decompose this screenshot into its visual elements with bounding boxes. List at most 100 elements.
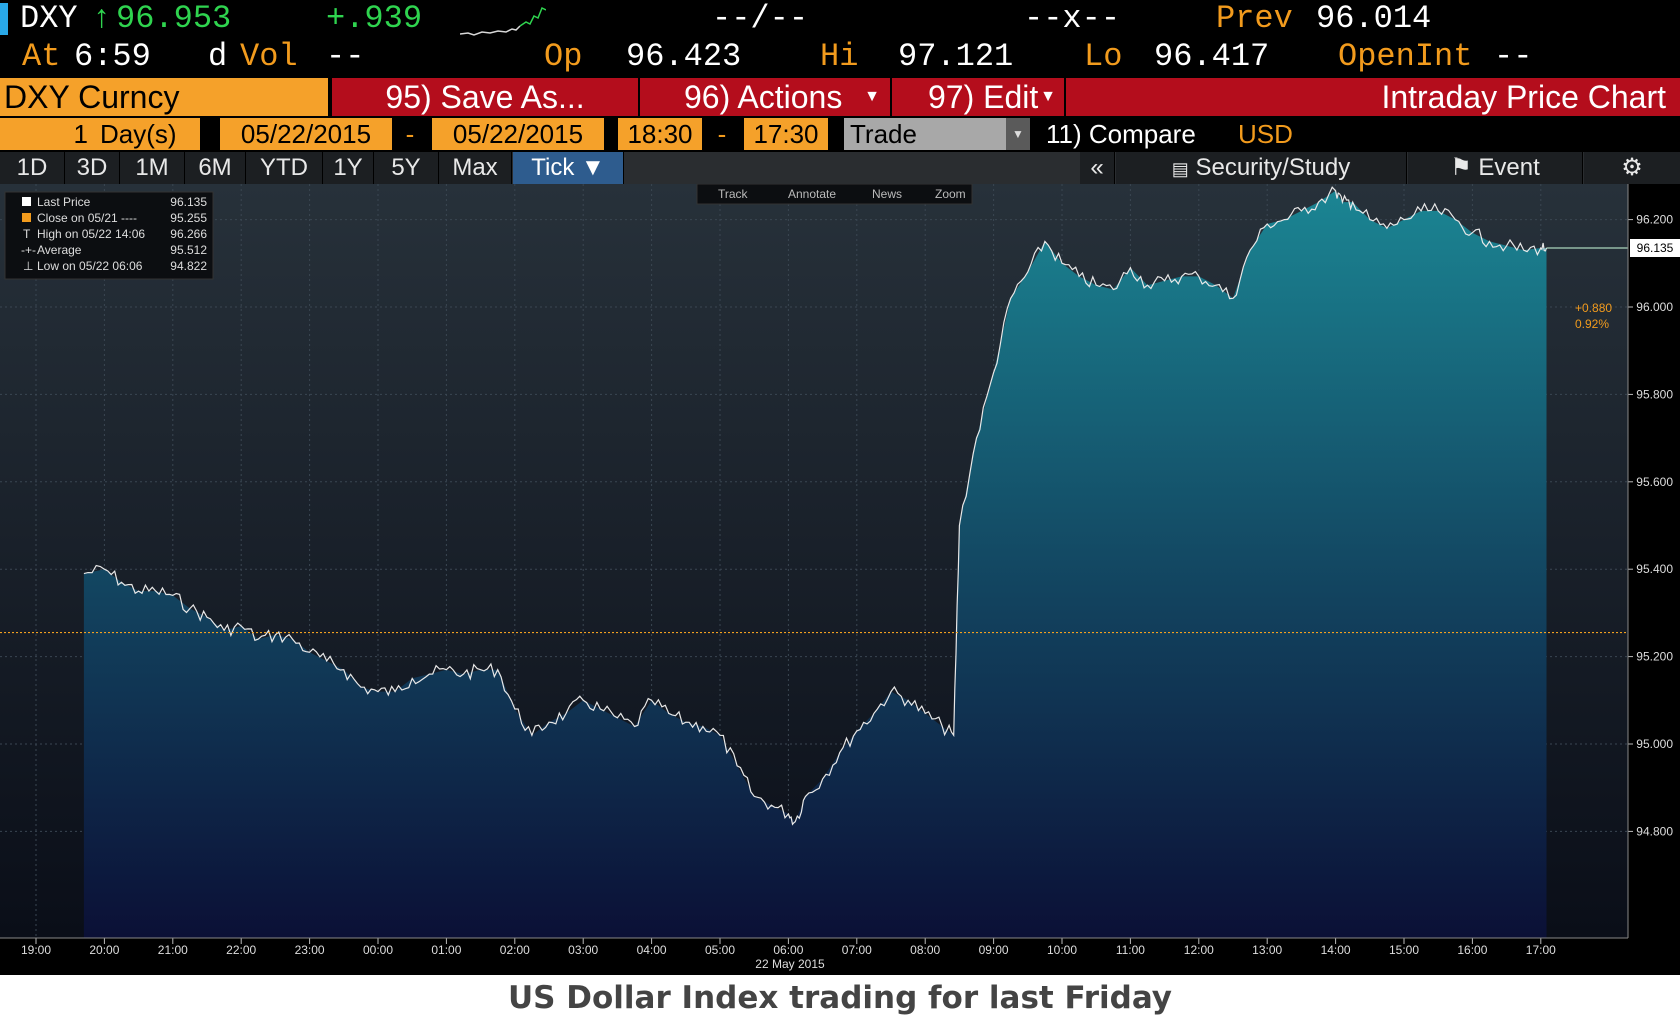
mode-select-value: Trade <box>850 119 917 149</box>
chart-toolbar: Track Annotate News Zoom <box>696 183 973 205</box>
y-tick-label: 95.200 <box>1636 650 1673 664</box>
close-swatch <box>22 213 31 222</box>
legend-close-value: 95.255 <box>170 211 207 225</box>
actions-menu[interactable]: 96) Actions ▼ <box>640 78 891 116</box>
range-unit[interactable]: Day(s) <box>92 118 200 150</box>
security-field[interactable]: DXY Curncy <box>0 78 328 116</box>
openint-label: OpenInt <box>1338 38 1473 75</box>
x-tick-label: 14:00 <box>1321 943 1351 957</box>
openint-value: -- <box>1494 38 1533 75</box>
legend-high-label: High on 05/22 14:06 <box>37 227 145 241</box>
x-tick-label: 07:00 <box>842 943 872 957</box>
tab-1d[interactable]: 1D <box>0 152 65 184</box>
chevron-down-icon: ▼ <box>1006 118 1030 150</box>
tab-5y[interactable]: 5Y <box>374 152 439 184</box>
edit-menu[interactable]: 97) Edit ▼ <box>892 78 1065 116</box>
x-tick-label: 02:00 <box>500 943 530 957</box>
at-label: At <box>22 38 61 75</box>
start-date-field[interactable]: 05/22/2015 <box>220 118 392 150</box>
net-change: +.939 <box>326 0 423 37</box>
mode-select[interactable]: Trade ▼ <box>844 118 1030 150</box>
edit-label: 97) Edit <box>928 79 1039 115</box>
flag-icon: ⚑ <box>1450 154 1472 181</box>
currency-field[interactable]: USD <box>1238 118 1298 150</box>
time-dash: - <box>717 119 727 149</box>
tab-ytd[interactable]: YTD <box>246 152 323 184</box>
function-toolbar: DXY Curncy 95) Save As... 96) Actions ▼ … <box>0 78 1680 118</box>
x-tick-label: 12:00 <box>1184 943 1214 957</box>
track-button[interactable]: Track <box>718 187 749 201</box>
figure-caption: US Dollar Index trading for last Friday <box>507 980 1173 1016</box>
x-tick-label: 01:00 <box>431 943 461 957</box>
date-label: 22 May 2015 <box>755 957 825 971</box>
period-tabs: 1D 3D 1M 6M YTD 1Y 5Y Max Tick ▼ « ▤ Sec… <box>0 152 1680 184</box>
price-chart[interactable]: 19:00 20:00 21:00 22:00 23:00 00:00 01:00 02:00… <box>0 183 1680 975</box>
high-value: 97.121 <box>898 38 1014 75</box>
legend-low-value: 94.822 <box>170 259 207 273</box>
tab-tick[interactable]: Tick ▼ <box>513 152 624 184</box>
low-marker-icon: ⊥ <box>23 259 33 273</box>
vol-value: -- <box>326 38 365 75</box>
chart-area: 19:00 20:00 21:00 22:00 23:00 00:00 01:00 02:00… <box>0 183 1680 975</box>
legend: Last Price 96.135 Close on 05/21 ---- 95… <box>4 191 214 280</box>
legend-average-label: Average <box>37 243 82 257</box>
x-tick-label: 00:00 <box>363 943 393 957</box>
vol-label: Vol <box>240 38 298 75</box>
ticker-symbol[interactable]: DXY <box>20 0 78 38</box>
zoom-button[interactable]: Zoom <box>935 187 966 201</box>
y-tick-label: 94.800 <box>1636 824 1673 838</box>
y-tick-label: 95.800 <box>1636 387 1673 401</box>
legend-low-label: Low on 05/22 06:06 <box>37 259 143 273</box>
event-label: Event <box>1478 154 1540 181</box>
open-value: 96.423 <box>626 38 742 75</box>
sparkline <box>460 6 546 36</box>
start-time-field[interactable]: 18:30 <box>618 118 702 150</box>
y-tick-label: 95.000 <box>1636 737 1673 751</box>
gear-icon[interactable]: ⚙ <box>1584 152 1680 184</box>
x-tick-label: 15:00 <box>1389 943 1419 957</box>
range-dash: - <box>405 119 415 149</box>
tab-max[interactable]: Max <box>439 152 512 184</box>
tab-1y[interactable]: 1Y <box>323 152 374 184</box>
collapse-button[interactable]: « <box>1080 152 1115 184</box>
d-label: d <box>208 38 228 75</box>
x-tick-label: 23:00 <box>295 943 325 957</box>
bloomberg-terminal-window: DXY ↑ 96.953 +.939 --/-- --x-- Prev 96.0… <box>0 0 1680 975</box>
high-marker-icon: T <box>23 227 31 241</box>
last-price-swatch <box>22 197 31 206</box>
end-time-field[interactable]: 17:30 <box>744 118 828 150</box>
high-label: Hi <box>820 38 859 75</box>
compare-button[interactable]: 11) Compare <box>1046 118 1196 150</box>
last-price-tag-text: 96.135 <box>1637 241 1674 255</box>
chart-study-icon: ▤ <box>1171 159 1189 179</box>
low-value: 96.417 <box>1154 38 1270 75</box>
save-as-button[interactable]: 95) Save As... <box>332 78 639 116</box>
x-tick-label: 20:00 <box>89 943 119 957</box>
security-study-button[interactable]: ▤ Security/Study <box>1116 152 1407 184</box>
quote-time: 6:59 <box>74 38 151 75</box>
y-tick-label: 96.000 <box>1636 300 1673 314</box>
y-tick-label: 96.200 <box>1636 213 1673 227</box>
x-tick-label: 06:00 <box>773 943 803 957</box>
annotate-button[interactable]: Annotate <box>788 187 836 201</box>
tab-3d[interactable]: 3D <box>65 152 120 184</box>
tab-1m[interactable]: 1M <box>120 152 185 184</box>
low-label: Lo <box>1084 38 1123 75</box>
event-button[interactable]: ⚑ Event <box>1408 152 1583 184</box>
up-arrow-icon: ↑ <box>92 0 112 37</box>
chevron-down-icon: ▼ <box>1040 88 1056 105</box>
average-marker-icon: -+- <box>21 243 36 257</box>
legend-last-value: 96.135 <box>170 195 207 209</box>
end-date-field[interactable]: 05/22/2015 <box>432 118 604 150</box>
legend-high-value: 96.266 <box>170 227 207 241</box>
news-button[interactable]: News <box>872 187 902 201</box>
x-tick-label: 19:00 <box>21 943 51 957</box>
ticker-marker <box>0 3 8 35</box>
tab-6m[interactable]: 6M <box>185 152 246 184</box>
y-tick-label: 95.600 <box>1636 475 1673 489</box>
range-count[interactable]: 1 <box>0 118 92 150</box>
y-tick-label: 95.400 <box>1636 562 1673 576</box>
legend-close-label: Close on 05/21 ---- <box>37 211 137 225</box>
x-tick-label: 16:00 <box>1457 943 1487 957</box>
x-tick-label: 03:00 <box>568 943 598 957</box>
